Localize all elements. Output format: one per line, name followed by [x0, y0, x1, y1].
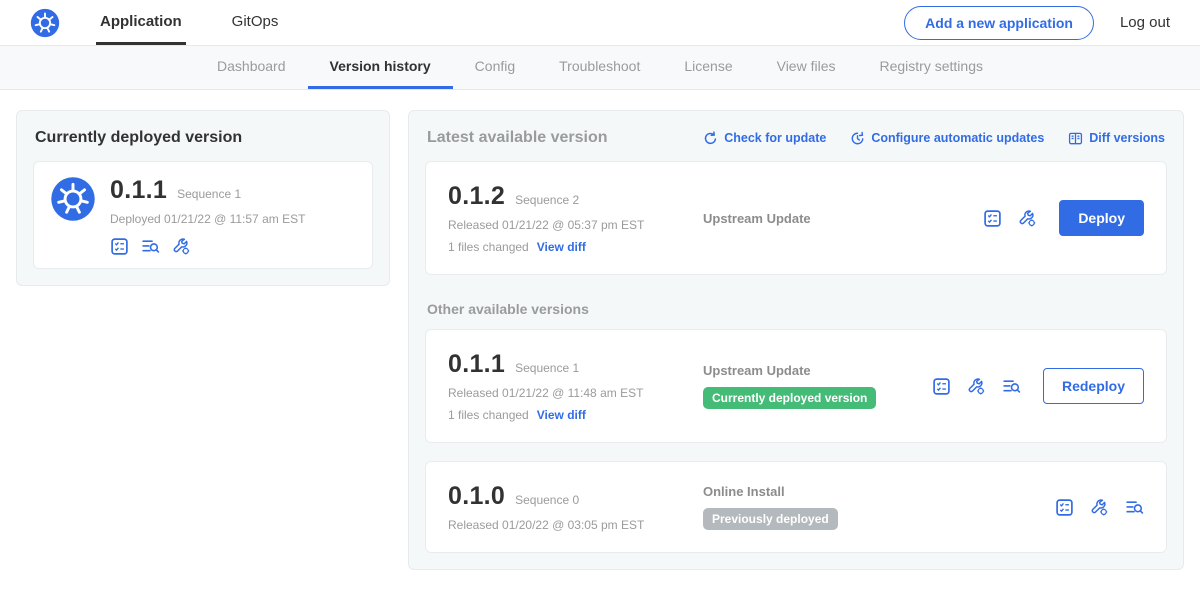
version-info: 0.1.0 Sequence 0 Released 01/20/22 @ 03:… [448, 482, 703, 532]
logout-link[interactable]: Log out [1120, 14, 1170, 31]
top-tab-gitops-label: GitOps [232, 13, 279, 30]
main-content: Currently deployed version 0.1.1 [0, 90, 1200, 590]
files-changed-label: 1 files changed [448, 408, 529, 422]
config-icon[interactable] [1090, 498, 1109, 517]
release-notes-icon[interactable] [1055, 498, 1074, 517]
redeploy-button[interactable]: Redeploy [1043, 368, 1144, 404]
tab-license[interactable]: License [662, 46, 754, 89]
version-number: 0.1.2 [448, 182, 505, 211]
top-tab-gitops[interactable]: GitOps [228, 0, 283, 45]
diff-versions-label: Diff versions [1089, 131, 1165, 145]
deployed-panel-title: Currently deployed version [35, 129, 371, 147]
kubernetes-app-icon [50, 176, 96, 222]
add-application-button[interactable]: Add a new application [904, 6, 1094, 40]
version-info: 0.1.1 Sequence 1 Released 01/21/22 @ 11:… [448, 350, 703, 422]
release-notes-icon[interactable] [110, 237, 129, 256]
available-panel-header: Latest available version Check for updat… [427, 129, 1165, 147]
status-badge: Previously deployed [703, 508, 838, 530]
version-actions: Deploy [983, 200, 1144, 236]
deployed-version-actions [110, 237, 356, 256]
deployed-version-body: 0.1.1 Sequence 1 Deployed 01/21/22 @ 11:… [110, 176, 356, 256]
source-label: Upstream Update [703, 211, 973, 226]
version-actions: Redeploy [932, 368, 1144, 404]
check-for-update-label: Check for update [724, 131, 826, 145]
version-source: Online Install Previously deployed [703, 484, 1055, 530]
release-notes-icon[interactable] [932, 377, 951, 396]
top-tab-application[interactable]: Application [96, 0, 186, 45]
version-sequence: Sequence 2 [515, 193, 579, 207]
version-number: 0.1.0 [448, 482, 505, 511]
deployed-version-card: 0.1.1 Sequence 1 Deployed 01/21/22 @ 11:… [33, 161, 373, 269]
currently-deployed-panel: Currently deployed version 0.1.1 [16, 110, 390, 286]
tab-troubleshoot[interactable]: Troubleshoot [537, 46, 662, 89]
tab-view-files[interactable]: View files [755, 46, 858, 89]
version-sequence: Sequence 1 [515, 361, 579, 375]
version-row-0-1-0: 0.1.0 Sequence 0 Released 01/20/22 @ 03:… [425, 461, 1167, 553]
top-bar: Application GitOps Add a new application… [0, 0, 1200, 46]
spacer [425, 443, 1167, 461]
files-changed-label: 1 files changed [448, 240, 529, 254]
release-notes-icon[interactable] [983, 209, 1002, 228]
status-badge: Currently deployed version [703, 387, 876, 409]
config-icon[interactable] [967, 377, 986, 396]
view-diff-link[interactable]: View diff [537, 240, 586, 254]
version-source: Upstream Update [703, 211, 983, 226]
other-versions-title: Other available versions [427, 301, 1165, 317]
source-label: Online Install [703, 484, 1045, 499]
refresh-icon [703, 131, 718, 146]
deployed-version-number: 0.1.1 [110, 176, 167, 205]
tab-config[interactable]: Config [453, 46, 537, 89]
available-versions-panel: Latest available version Check for updat… [408, 110, 1184, 570]
source-label: Upstream Update [703, 363, 922, 378]
version-released-date: Released 01/20/22 @ 03:05 pm EST [448, 518, 703, 532]
view-diff-link[interactable]: View diff [537, 408, 586, 422]
version-released-date: Released 01/21/22 @ 05:37 pm EST [448, 218, 703, 232]
available-panel-actions: Check for update Configure automatic upd… [703, 131, 1165, 146]
deployed-version-date: Deployed 01/21/22 @ 11:57 am EST [110, 212, 356, 226]
version-row-latest: 0.1.2 Sequence 2 Released 01/21/22 @ 05:… [425, 161, 1167, 275]
version-sequence: Sequence 0 [515, 493, 579, 507]
tab-registry-settings[interactable]: Registry settings [858, 46, 1005, 89]
version-released-date: Released 01/21/22 @ 11:48 am EST [448, 386, 703, 400]
kubernetes-logo-icon [30, 8, 60, 38]
check-for-update-link[interactable]: Check for update [703, 131, 826, 146]
version-number: 0.1.1 [448, 350, 505, 379]
diff-icon[interactable] [1125, 498, 1144, 517]
diff-icon[interactable] [141, 237, 160, 256]
app-subnav: Dashboard Version history Config Trouble… [0, 46, 1200, 90]
schedule-icon [850, 131, 865, 146]
config-icon[interactable] [1018, 209, 1037, 228]
config-icon[interactable] [172, 237, 191, 256]
diff-versions-link[interactable]: Diff versions [1068, 131, 1165, 146]
topbar-right: Add a new application Log out [904, 0, 1170, 45]
deployed-version-sequence: Sequence 1 [177, 187, 241, 201]
version-actions [1055, 498, 1144, 517]
available-panel-title: Latest available version [427, 129, 608, 147]
deploy-button[interactable]: Deploy [1059, 200, 1144, 236]
top-tab-application-label: Application [100, 13, 182, 30]
app-logo [30, 0, 60, 45]
configure-automatic-updates-label: Configure automatic updates [871, 131, 1044, 145]
diff-versions-icon [1068, 131, 1083, 146]
version-row-0-1-1: 0.1.1 Sequence 1 Released 01/21/22 @ 11:… [425, 329, 1167, 443]
tab-dashboard[interactable]: Dashboard [195, 46, 308, 89]
version-info: 0.1.2 Sequence 2 Released 01/21/22 @ 05:… [448, 182, 703, 254]
tab-version-history[interactable]: Version history [308, 46, 453, 89]
diff-icon[interactable] [1002, 377, 1021, 396]
version-source: Upstream Update Currently deployed versi… [703, 363, 932, 409]
configure-automatic-updates-link[interactable]: Configure automatic updates [850, 131, 1044, 146]
